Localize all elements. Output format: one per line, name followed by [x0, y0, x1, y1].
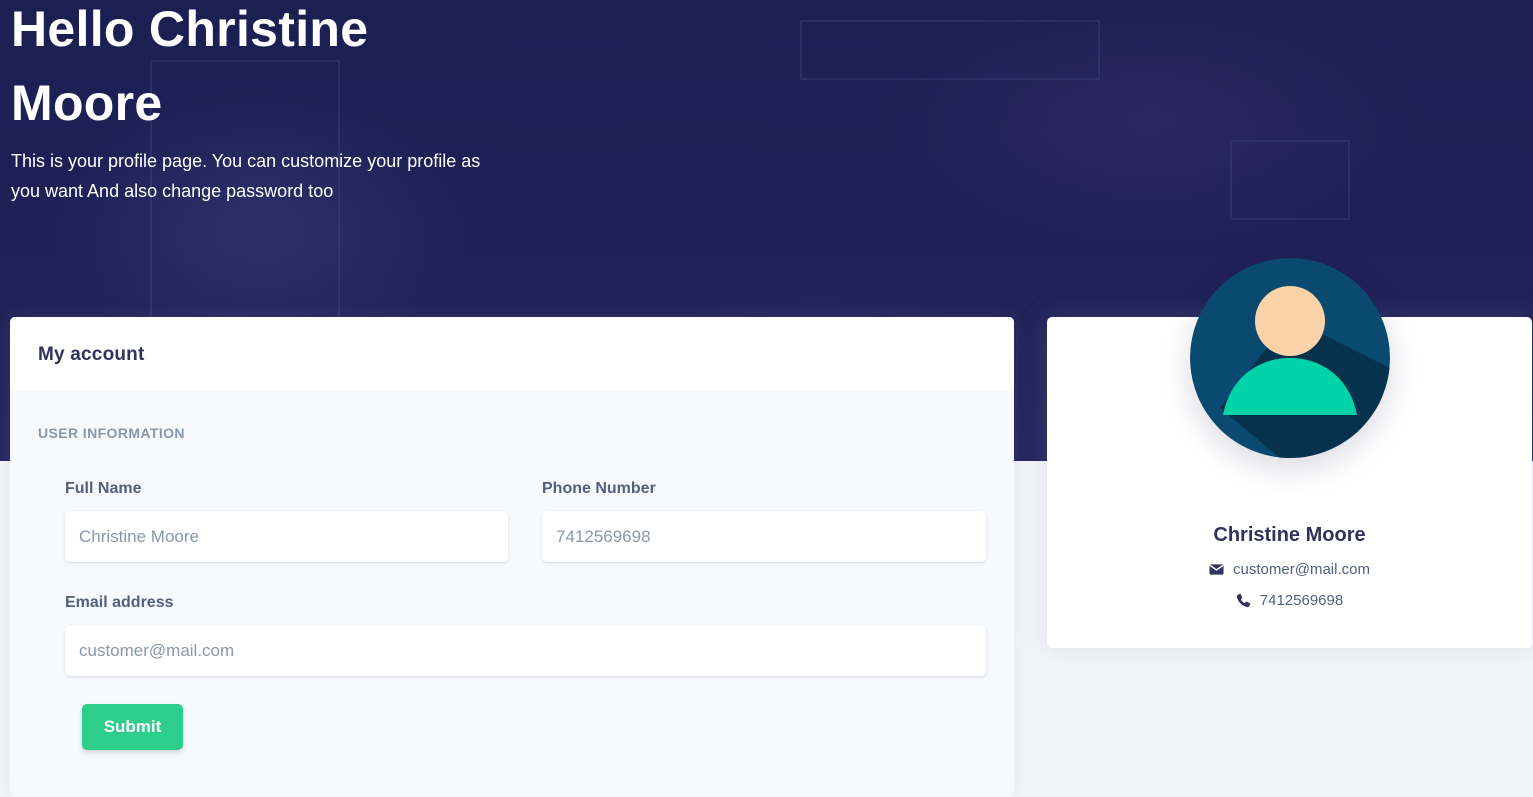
profile-email: customer@mail.com	[1233, 561, 1370, 578]
profile-phone-row: 7412569698	[1047, 592, 1532, 609]
card-header: My account	[10, 317, 1014, 392]
my-account-card: My account USER INFORMATION Full Name Ph…	[10, 317, 1014, 797]
profile-name: Christine Moore	[1213, 524, 1366, 546]
phone-number-label: Phone Number	[542, 480, 656, 497]
full-name-label: Full Name	[65, 480, 142, 497]
envelope-icon	[1209, 564, 1224, 575]
background-decor	[1230, 140, 1350, 220]
section-heading: USER INFORMATION	[38, 425, 185, 441]
phone-number-input[interactable]	[542, 511, 986, 562]
email-address-input[interactable]	[65, 625, 986, 676]
avatar[interactable]	[1190, 258, 1390, 458]
page-title: Hello Christine Moore	[11, 1, 369, 131]
profile-email-row: customer@mail.com	[1047, 561, 1532, 578]
card-title: My account	[38, 344, 145, 365]
email-address-label: Email address	[65, 594, 174, 611]
user-avatar-icon	[1190, 258, 1390, 458]
phone-icon	[1236, 593, 1251, 608]
profile-phone: 7412569698	[1259, 592, 1344, 609]
background-decor	[800, 20, 1100, 80]
submit-button[interactable]: Submit	[82, 704, 183, 750]
full-name-input[interactable]	[65, 511, 508, 562]
page-description: This is your profile page. You can custo…	[11, 151, 481, 201]
